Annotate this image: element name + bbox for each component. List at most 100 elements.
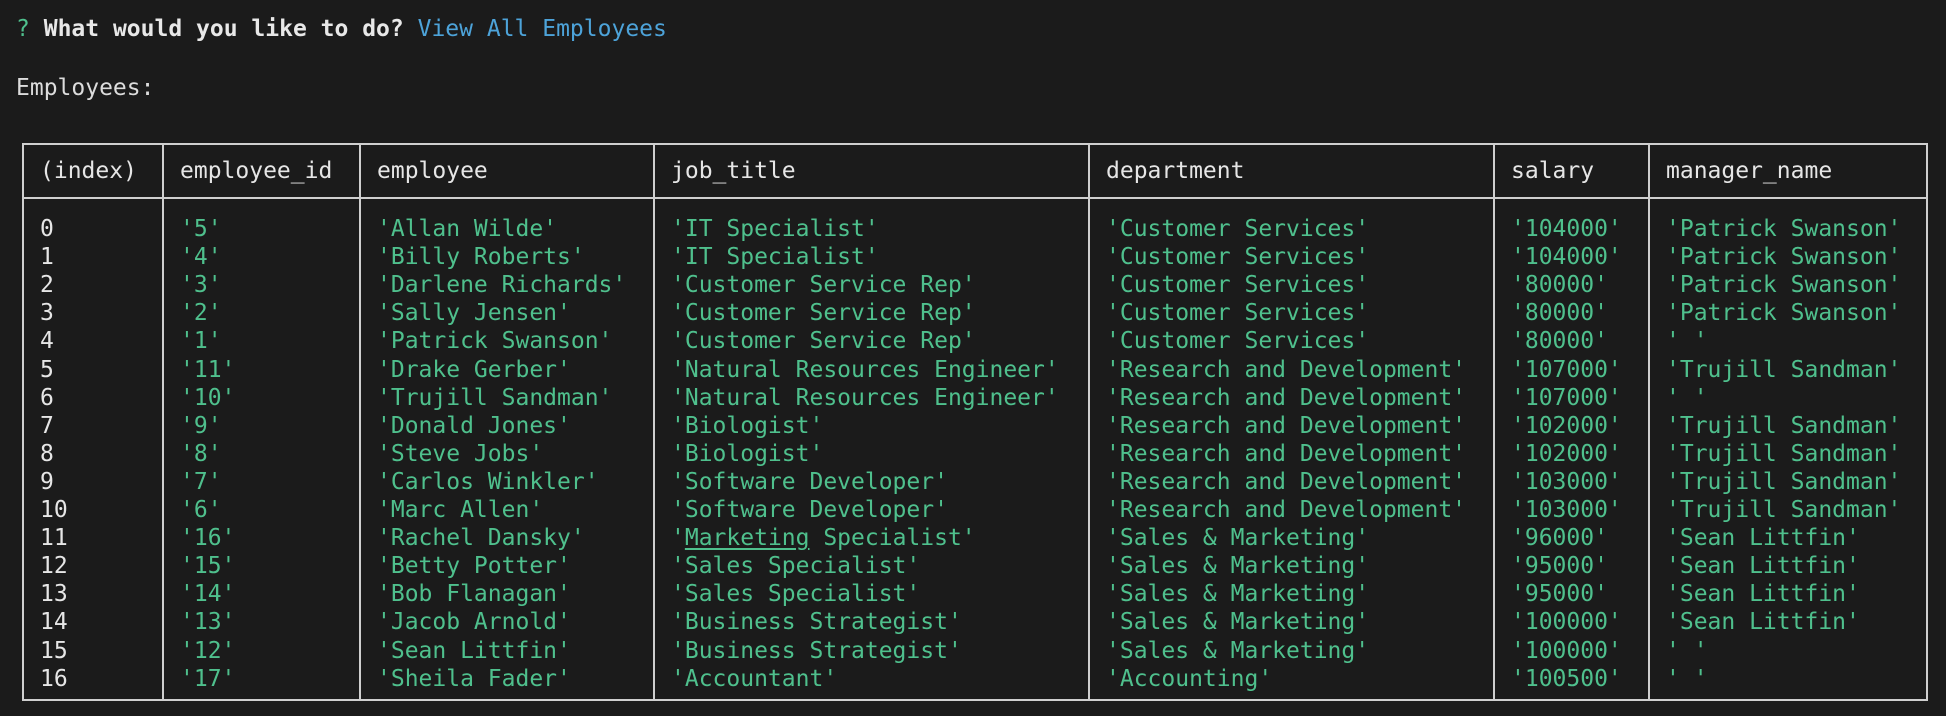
cell-manager-name: ' ' [1666, 328, 1708, 355]
cell-employee-id: '3' [180, 272, 222, 299]
cell-job-title: 'Customer Service Rep' [671, 300, 976, 327]
cell-employee: 'Darlene Richards' [377, 272, 627, 299]
cell-employee-id: '10' [180, 384, 236, 411]
cell-employee-id: '6' [180, 497, 222, 523]
cell-employee-id: '5' [180, 216, 222, 242]
cell-department: 'Research and Development' [1106, 384, 1467, 411]
cell-employee: 'Jacob Arnold' [377, 609, 571, 636]
cell-salary: '100500' [1511, 665, 1622, 692]
cell-salary: '102000' [1511, 412, 1622, 439]
employees-heading: Employees: [16, 75, 155, 101]
cell-department: 'Research and Development' [1106, 497, 1467, 523]
cell-employee: 'Marc Allen' [377, 497, 544, 523]
cell-department: 'Research and Development' [1106, 412, 1467, 439]
cell-salary: '96000' [1511, 525, 1608, 552]
cell-index: 14 [40, 609, 68, 636]
cell-job-title: 'Biologist' [671, 412, 824, 439]
column-header-department: department [1106, 158, 1245, 184]
cell-job-title: 'Customer Service Rep' [671, 272, 976, 299]
cell-manager-name: ' ' [1666, 637, 1708, 664]
cell-employee-id: '16' [180, 525, 236, 552]
cell-job-title: 'Software Developer' [671, 497, 948, 523]
cell-index: 12 [40, 553, 68, 580]
column-header-index: (index) [40, 158, 137, 184]
cell-department: 'Sales & Marketing' [1106, 553, 1370, 580]
cell-department: 'Sales & Marketing' [1106, 525, 1370, 552]
cell-job-title: 'Natural Resources Engineer' [671, 384, 1059, 411]
cell-manager-name: 'Sean Littfin' [1666, 609, 1860, 636]
prompt-answer: View All Employees [417, 16, 667, 42]
column-divider [1648, 145, 1650, 699]
cell-index: 5 [40, 356, 54, 383]
cell-salary: '95000' [1511, 553, 1608, 580]
column-header-manager-name: manager_name [1666, 158, 1833, 184]
cell-employee-id: '17' [180, 665, 236, 692]
cell-department: 'Customer Services' [1106, 300, 1370, 327]
cell-employee-id: '1' [180, 328, 222, 355]
column-header-salary: salary [1511, 158, 1595, 184]
cell-employee-id: '7' [180, 468, 222, 495]
cell-manager-name: 'Sean Littfin' [1666, 581, 1860, 608]
cell-index: 15 [40, 637, 68, 664]
cell-salary: '104000' [1511, 216, 1622, 242]
cell-salary: '80000' [1511, 272, 1608, 299]
cell-manager-name: 'Trujill Sandman' [1666, 468, 1902, 495]
cell-salary: '103000' [1511, 468, 1622, 495]
cell-employee-id: '4' [180, 244, 222, 271]
cell-employee-id: '11' [180, 356, 236, 383]
cell-index: 9 [40, 468, 54, 495]
cell-employee-id: '12' [180, 637, 236, 664]
cell-employee: 'Patrick Swanson' [377, 328, 613, 355]
cell-manager-name: 'Trujill Sandman' [1666, 356, 1902, 383]
cell-employee-id: '9' [180, 412, 222, 439]
cell-job-title: 'Accountant' [671, 665, 838, 692]
cell-manager-name: 'Trujill Sandman' [1666, 497, 1902, 523]
column-divider [162, 145, 164, 699]
cell-salary: '107000' [1511, 384, 1622, 411]
cell-index: 13 [40, 581, 68, 608]
cell-index: 6 [40, 384, 54, 411]
cell-manager-name: 'Patrick Swanson' [1666, 272, 1902, 299]
cell-manager-name: 'Patrick Swanson' [1666, 300, 1902, 327]
cell-employee: 'Billy Roberts' [377, 244, 585, 271]
cell-employee-id: '15' [180, 553, 236, 580]
cell-index: 8 [40, 440, 54, 467]
cell-index: 1 [40, 244, 54, 271]
column-header-employee-id: employee_id [180, 158, 333, 184]
cell-job-title: 'Business Strategist' [671, 609, 962, 636]
cell-job-title: 'Sales Specialist' [671, 553, 921, 580]
cell-employee: 'Sally Jensen' [377, 300, 571, 327]
cell-department: 'Sales & Marketing' [1106, 581, 1370, 608]
cell-job-title: 'Sales Specialist' [671, 581, 921, 608]
cell-job-title: 'Customer Service Rep' [671, 328, 976, 355]
cell-employee-id: '13' [180, 609, 236, 636]
cell-salary: '100000' [1511, 609, 1622, 636]
cell-manager-name: 'Trujill Sandman' [1666, 412, 1902, 439]
cell-employee: 'Sean Littfin' [377, 637, 571, 664]
cell-employee: 'Allan Wilde' [377, 216, 558, 242]
cell-manager-name: 'Trujill Sandman' [1666, 440, 1902, 467]
cell-employee: 'Carlos Winkler' [377, 468, 599, 495]
cell-index: 10 [40, 497, 68, 523]
cell-salary: '103000' [1511, 497, 1622, 523]
cell-job-title: 'Business Strategist' [671, 637, 962, 664]
column-divider [1493, 145, 1495, 699]
cell-job-title: 'IT Specialist' [671, 216, 879, 242]
cell-employee: 'Betty Potter' [377, 553, 571, 580]
cell-job-title: 'Biologist' [671, 440, 824, 467]
prompt-question: What would you like to do? [43, 16, 404, 42]
cell-index: 4 [40, 328, 54, 355]
cell-employee: 'Donald Jones' [377, 412, 571, 439]
cell-manager-name: 'Sean Littfin' [1666, 525, 1860, 552]
cell-department: 'Customer Services' [1106, 328, 1370, 355]
column-divider [653, 145, 655, 699]
cell-salary: '107000' [1511, 356, 1622, 383]
column-header-job-title: job_title [671, 158, 796, 184]
cell-job-title: 'Marketing Specialist' [671, 525, 976, 552]
cell-manager-name: ' ' [1666, 665, 1708, 692]
cell-department: 'Research and Development' [1106, 356, 1467, 383]
cell-employee: 'Steve Jobs' [377, 440, 544, 467]
cell-manager-name: 'Sean Littfin' [1666, 553, 1860, 580]
cell-employee-id: '14' [180, 581, 236, 608]
cell-job-title: 'Natural Resources Engineer' [671, 356, 1059, 383]
